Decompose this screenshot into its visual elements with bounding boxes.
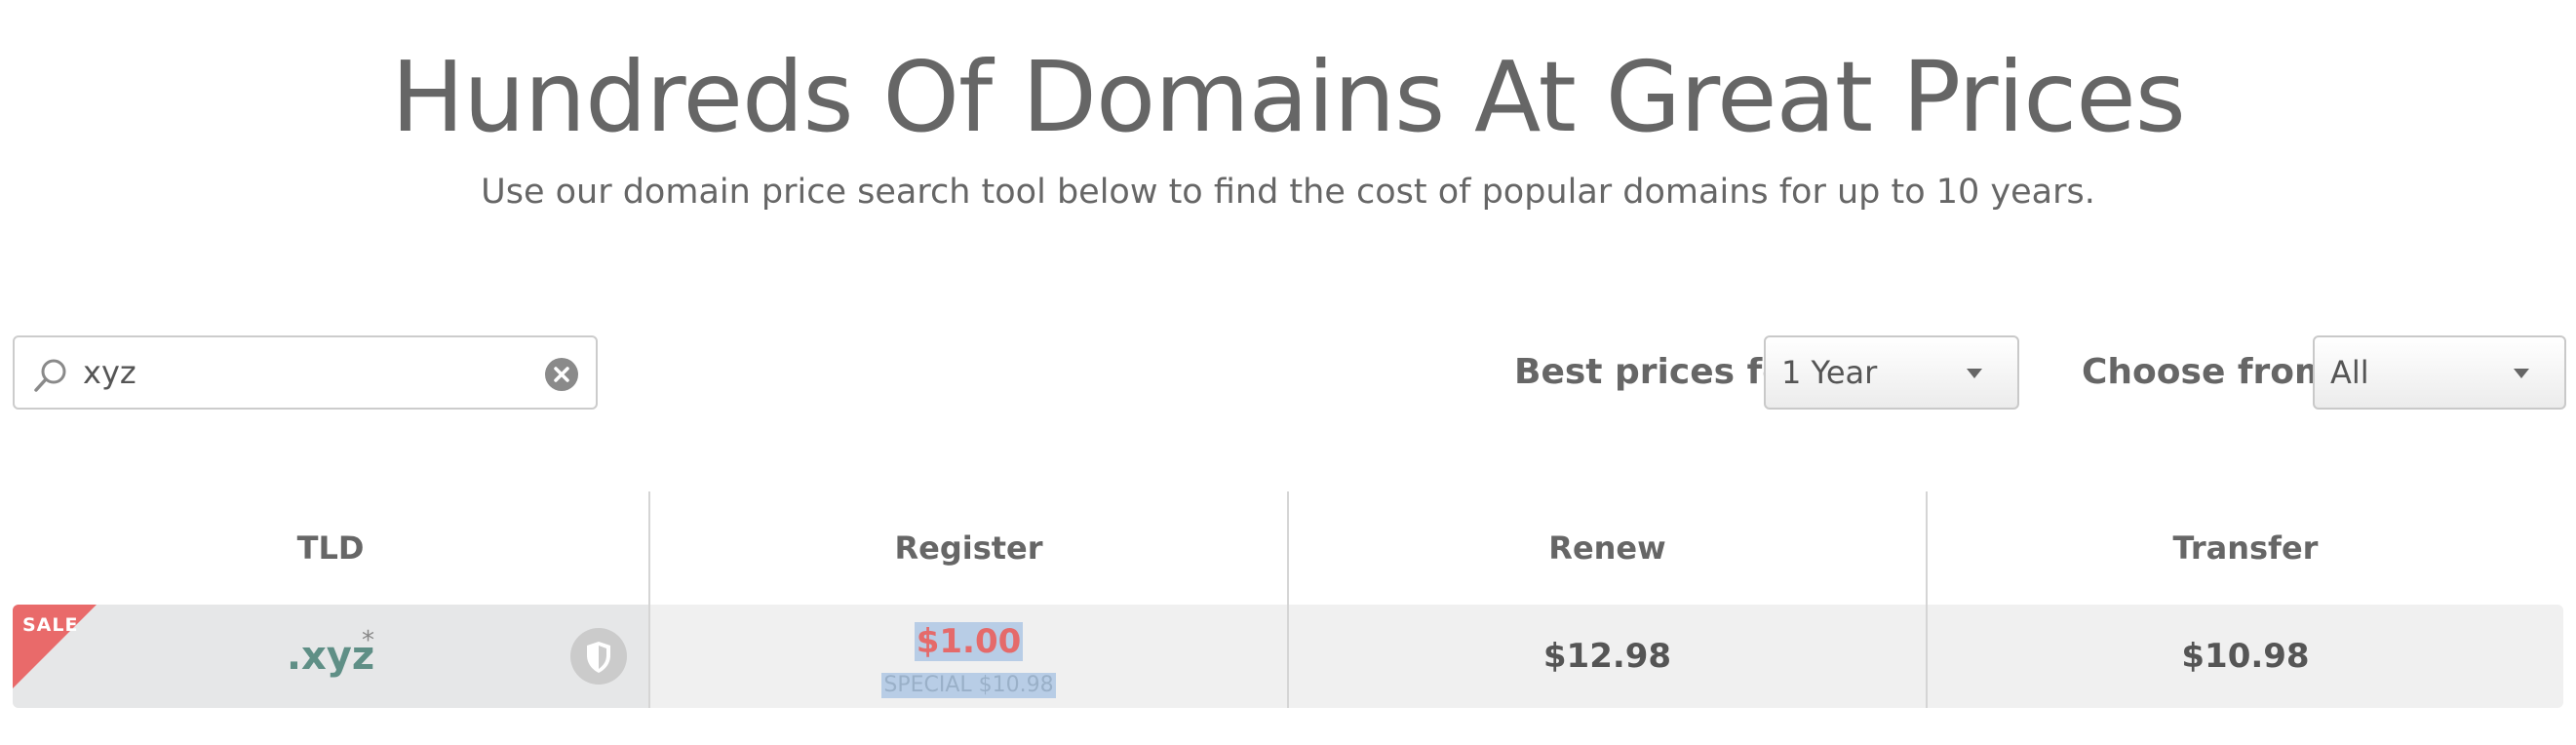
header-renew[interactable]: Renew xyxy=(1289,491,1926,605)
pricing-table: TLD Register Renew Transfer SALE .xyz * … xyxy=(13,491,2563,708)
column-divider xyxy=(1287,491,1289,708)
shield-icon[interactable] xyxy=(570,628,627,685)
header-tld[interactable]: TLD xyxy=(13,491,648,605)
renew-price: $12.98 xyxy=(1542,637,1672,676)
register-sale-price: $1.00 xyxy=(914,622,1024,661)
column-divider xyxy=(1926,491,1928,708)
chevron-down-icon xyxy=(2514,369,2529,378)
header-transfer[interactable]: Transfer xyxy=(1928,491,2563,605)
page-title: Hundreds Of Domains At Great Prices xyxy=(391,40,2186,154)
category-select[interactable]: All xyxy=(2313,335,2566,410)
domain-search-input[interactable] xyxy=(83,347,531,398)
choose-from-label: Choose from xyxy=(2082,352,2331,392)
tld-name[interactable]: .xyz xyxy=(13,605,648,708)
clear-search-icon[interactable] xyxy=(545,358,578,391)
category-select-value: All xyxy=(2330,354,2369,391)
term-select-value: 1 Year xyxy=(1781,354,1878,391)
domain-search-box[interactable] xyxy=(13,335,598,410)
transfer-price: $10.98 xyxy=(2181,637,2310,676)
column-divider xyxy=(648,491,650,708)
page-subtitle: Use our domain price search tool below t… xyxy=(481,173,2095,212)
register-cell: $1.00 SPECIAL $10.98 xyxy=(650,605,1287,708)
term-select[interactable]: 1 Year xyxy=(1764,335,2019,410)
tld-footnote-marker: * xyxy=(362,626,374,655)
search-icon xyxy=(34,359,66,392)
best-prices-label: Best prices for xyxy=(1514,352,1804,392)
register-special-price: SPECIAL $10.98 xyxy=(881,673,1056,698)
chevron-down-icon xyxy=(1967,369,1982,378)
header-register[interactable]: Register xyxy=(650,491,1287,605)
